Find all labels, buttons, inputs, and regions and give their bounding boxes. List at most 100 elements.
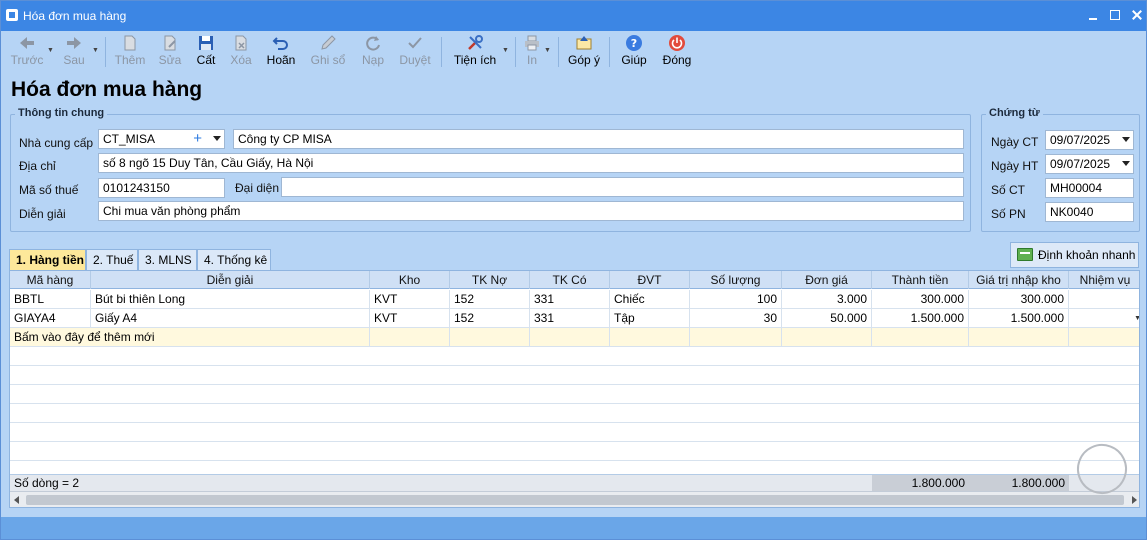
utility-dropdown-icon[interactable]: ▼ bbox=[502, 47, 509, 54]
help-icon: ? bbox=[626, 35, 642, 51]
table-row[interactable]: GIAYA4 Giấy A4 KVT 152 331 Tập 30 50.000… bbox=[10, 309, 1139, 328]
representative-label: Đại diện bbox=[235, 181, 280, 195]
table-cell[interactable]: BBTL bbox=[10, 290, 91, 309]
table-cell bbox=[370, 328, 450, 347]
save-button[interactable]: Cất bbox=[193, 33, 219, 71]
feedback-button[interactable]: Góp ý bbox=[565, 33, 603, 71]
prev-button[interactable]: Trước bbox=[9, 33, 45, 71]
receipt-no-label: Số PN bbox=[991, 207, 1026, 221]
general-info-legend: Thông tin chung bbox=[15, 107, 108, 119]
toolbar-divider bbox=[441, 37, 442, 67]
table-cell[interactable]: 50.000 bbox=[782, 309, 872, 328]
maximize-button[interactable] bbox=[1108, 8, 1122, 22]
tab-statistics[interactable]: 4. Thống kê bbox=[197, 249, 271, 270]
new-row-hint[interactable]: Bấm vào đây để thêm mới bbox=[10, 328, 370, 347]
supplier-code-combo[interactable]: CT_MISA + bbox=[98, 129, 225, 149]
scrollbar-thumb[interactable] bbox=[26, 495, 1124, 505]
help-button[interactable]: ? Giúp bbox=[618, 33, 650, 71]
table-cell[interactable]: Tập bbox=[610, 309, 690, 328]
address-field[interactable]: số 8 ngõ 15 Duy Tân, Cầu Giấy, Hà Nội bbox=[98, 153, 964, 173]
edit-button[interactable]: Sửa bbox=[156, 33, 184, 71]
table-cell[interactable]: 300.000 bbox=[969, 290, 1069, 309]
post-button[interactable]: Ghi sổ bbox=[309, 33, 347, 71]
undo-button[interactable]: Hoãn bbox=[264, 33, 298, 71]
chevron-down-icon[interactable] bbox=[1122, 137, 1130, 142]
tab-tax[interactable]: 2. Thuế bbox=[86, 249, 138, 270]
chevron-down-icon[interactable] bbox=[1122, 161, 1130, 166]
undo-icon bbox=[272, 37, 288, 50]
utility-button[interactable]: Tiện ích bbox=[452, 33, 498, 71]
table-cell[interactable]: 100 bbox=[690, 290, 782, 309]
table-cell[interactable]: 3.000 bbox=[782, 290, 872, 309]
prev-dropdown-icon[interactable]: ▼ bbox=[47, 47, 54, 54]
table-cell[interactable]: Chiếc bbox=[610, 290, 690, 309]
table-cell[interactable]: 331 bbox=[530, 309, 610, 328]
column-header[interactable]: TK Có bbox=[530, 271, 610, 289]
column-header[interactable]: ĐVT bbox=[610, 271, 690, 289]
tax-code-field[interactable]: 0101243150 bbox=[98, 178, 225, 198]
title-bar: Hóa đơn mua hàng bbox=[1, 1, 1146, 31]
total-amount: 1.800.000 bbox=[872, 475, 969, 492]
scroll-left-icon[interactable] bbox=[14, 496, 19, 504]
chevron-down-icon[interactable] bbox=[213, 136, 221, 141]
add-supplier-icon[interactable]: + bbox=[193, 131, 202, 147]
table-cell bbox=[872, 328, 969, 347]
table-cell[interactable]: 1.500.000 bbox=[969, 309, 1069, 328]
column-header[interactable]: Đơn giá bbox=[782, 271, 872, 289]
table-cell[interactable]: GIAYA4 bbox=[10, 309, 91, 328]
column-header[interactable]: Mã hàng bbox=[10, 271, 91, 289]
add-button[interactable]: Thêm bbox=[114, 33, 146, 71]
table-cell[interactable]: 152 bbox=[450, 290, 530, 309]
description-field[interactable]: Chi mua văn phòng phẩm bbox=[98, 201, 964, 221]
empty-row bbox=[10, 347, 1139, 366]
column-header[interactable]: Giá trị nhập kho bbox=[969, 271, 1069, 289]
table-cell[interactable]: KVT bbox=[370, 290, 450, 309]
load-button[interactable]: Nạp bbox=[358, 33, 388, 71]
column-header[interactable]: Kho bbox=[370, 271, 450, 289]
table-cell[interactable]: 331 bbox=[530, 290, 610, 309]
column-header[interactable]: Số lượng bbox=[690, 271, 782, 289]
task-combo-cell[interactable]: ▼ bbox=[1069, 309, 1139, 328]
description-label: Diễn giải bbox=[19, 207, 66, 221]
close-window-button[interactable] bbox=[1130, 8, 1144, 22]
table-cell[interactable]: 300.000 bbox=[872, 290, 969, 309]
print-button[interactable]: In bbox=[521, 33, 543, 71]
chevron-down-icon[interactable]: ▼ bbox=[1134, 309, 1139, 328]
voucher-no-field[interactable]: MH00004 bbox=[1045, 178, 1134, 198]
table-cell[interactable]: Giấy A4 bbox=[91, 309, 370, 328]
quick-entry-button[interactable]: Định khoản nhanh bbox=[1010, 242, 1139, 268]
date-ct-picker[interactable]: 09/07/2025 bbox=[1045, 130, 1134, 150]
horizontal-scrollbar[interactable] bbox=[10, 491, 1139, 507]
approve-button[interactable]: Duyệt bbox=[397, 33, 433, 71]
table-row[interactable]: BBTL Bút bi thiên Long KVT 152 331 Chiếc… bbox=[10, 290, 1139, 309]
representative-field[interactable] bbox=[281, 177, 964, 197]
table-cell[interactable]: KVT bbox=[370, 309, 450, 328]
column-header[interactable]: Nhiệm vụ bbox=[1069, 271, 1139, 289]
table-cell[interactable]: 1.500.000 bbox=[872, 309, 969, 328]
column-header[interactable]: Thành tiền bbox=[872, 271, 969, 289]
column-header[interactable]: TK Nợ bbox=[450, 271, 530, 289]
scroll-right-icon[interactable] bbox=[1132, 496, 1137, 504]
close-button[interactable]: Đóng bbox=[659, 33, 695, 71]
empty-row bbox=[10, 366, 1139, 385]
receipt-no-field[interactable]: NK0040 bbox=[1045, 202, 1134, 222]
next-button[interactable]: Sau bbox=[59, 33, 89, 71]
supplier-name-field[interactable]: Công ty CP MISA bbox=[233, 129, 964, 149]
column-header[interactable]: Diễn giải bbox=[91, 271, 370, 289]
tab-mlns[interactable]: 3. MLNS bbox=[138, 249, 197, 270]
toolbar: Trước ▼ Sau ▼ Thêm Sửa Cất Xóa Hoãn Ghi … bbox=[1, 31, 1146, 73]
table-cell[interactable]: 30 bbox=[690, 309, 782, 328]
table-cell[interactable]: 152 bbox=[450, 309, 530, 328]
print-dropdown-icon[interactable]: ▼ bbox=[544, 47, 551, 54]
app-window: Hóa đơn mua hàng Trước ▼ Sau ▼ Thêm Sửa … bbox=[0, 0, 1147, 540]
new-row[interactable]: Bấm vào đây để thêm mới bbox=[10, 328, 1139, 347]
delete-button[interactable]: Xóa bbox=[227, 33, 255, 71]
feedback-icon bbox=[576, 36, 592, 50]
arrow-right-icon bbox=[67, 37, 81, 49]
tab-goods[interactable]: 1. Hàng tiền bbox=[9, 249, 86, 271]
table-cell[interactable]: Bút bi thiên Long bbox=[91, 290, 370, 309]
next-dropdown-icon[interactable]: ▼ bbox=[92, 47, 99, 54]
table-cell[interactable] bbox=[1069, 290, 1139, 309]
minimize-button[interactable] bbox=[1086, 8, 1100, 22]
date-ht-picker[interactable]: 09/07/2025 bbox=[1045, 154, 1134, 174]
